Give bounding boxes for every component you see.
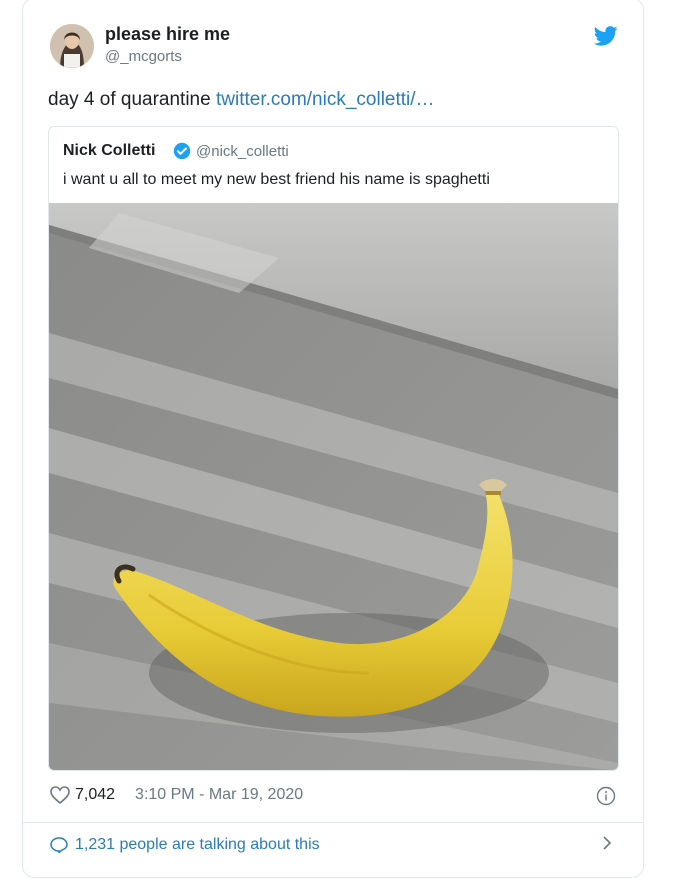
quoted-author-handle[interactable]: @nick_colletti bbox=[196, 143, 289, 160]
timestamp[interactable]: 3:10 PM - Mar 19, 2020 bbox=[135, 786, 303, 804]
chevron-right-icon[interactable] bbox=[602, 836, 612, 850]
tweet-body: day 4 of quarantine bbox=[48, 89, 216, 110]
heart-icon[interactable] bbox=[50, 786, 70, 804]
quoted-author-name[interactable]: Nick Colletti bbox=[63, 142, 155, 160]
comment-bubble-icon bbox=[50, 837, 68, 853]
conversation-link[interactable]: 1,231 people are talking about this bbox=[50, 836, 320, 854]
author-avatar[interactable] bbox=[50, 24, 94, 68]
conversation-text[interactable]: 1,231 people are talking about this bbox=[75, 836, 320, 854]
quoted-tweet-text: i want u all to meet my new best friend … bbox=[63, 171, 490, 188]
author-handle[interactable]: @_mcgorts bbox=[105, 48, 182, 65]
divider bbox=[22, 822, 644, 823]
banana-photo[interactable] bbox=[49, 203, 618, 771]
like-count[interactable]: 7,042 bbox=[75, 786, 115, 804]
verified-badge-icon bbox=[173, 142, 191, 160]
tweet-text: day 4 of quarantine twitter.com/nick_col… bbox=[48, 89, 435, 111]
twitter-bird-icon[interactable] bbox=[594, 26, 618, 46]
info-icon[interactable] bbox=[596, 786, 616, 806]
author-name[interactable]: please hire me bbox=[105, 24, 230, 45]
tweet-link[interactable]: twitter.com/nick_colletti/… bbox=[216, 89, 435, 110]
quoted-tweet[interactable]: Nick Colletti @nick_colletti i want u al… bbox=[48, 126, 619, 771]
tweet-meta: 7,042 3:10 PM - Mar 19, 2020 bbox=[50, 786, 303, 804]
